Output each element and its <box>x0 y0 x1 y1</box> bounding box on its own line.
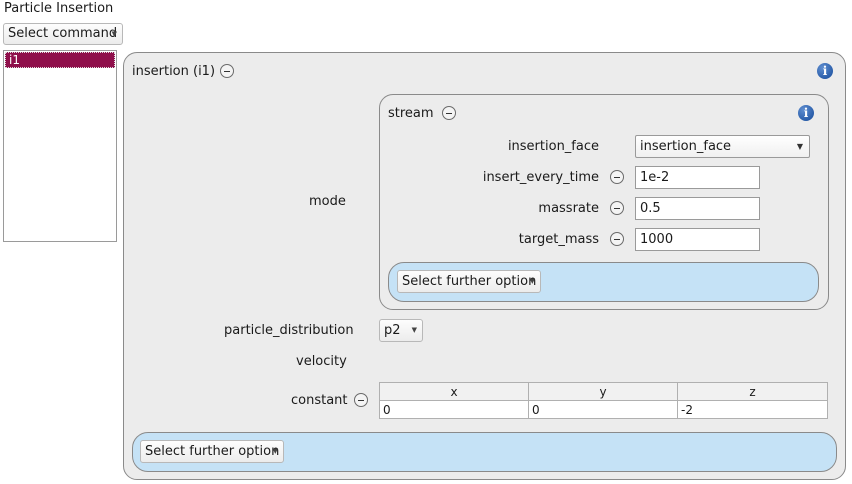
target-mass-label: target_mass <box>518 232 599 247</box>
dropdown-arrow-icon: ▼ <box>272 447 278 455</box>
insertion-face-value: insertion_face <box>640 139 732 154</box>
particle-distribution-value: p2 <box>384 323 401 338</box>
column-header-y: y <box>528 382 678 401</box>
mode-label: mode <box>309 194 346 209</box>
insertion-face-select[interactable]: insertion_face ▼ <box>635 135 810 158</box>
insert-every-time-input[interactable]: 1e-2 <box>635 166 760 189</box>
insertion-list[interactable]: i1 <box>3 50 117 242</box>
remove-massrate-icon[interactable] <box>610 201 624 215</box>
constant-y-cell[interactable]: 0 <box>528 400 678 419</box>
insert-every-time-label: insert_every_time <box>482 170 599 185</box>
remove-constant-icon[interactable] <box>354 393 368 407</box>
insertion-panel-title: insertion (i1) <box>132 64 216 79</box>
target-mass-input[interactable]: 1000 <box>635 228 760 251</box>
stream-title: stream <box>388 106 434 121</box>
velocity-label: velocity <box>296 354 347 369</box>
massrate-label: massrate <box>538 201 599 216</box>
constant-z-cell[interactable]: -2 <box>677 400 828 419</box>
particle-distribution-label: particle_distribution <box>224 323 354 338</box>
column-header-x: x <box>379 382 529 401</box>
further-option-dropdown[interactable]: Select further option ▼ <box>140 440 284 463</box>
particle-distribution-dropdown[interactable]: p2 ▼ <box>379 319 423 342</box>
dropdown-arrow-icon: ▼ <box>411 326 417 334</box>
page-title: Particle Insertion <box>4 1 114 16</box>
remove-insert-every-time-icon[interactable] <box>610 170 624 184</box>
select-command-label: Select command <box>8 26 118 41</box>
collapse-stream-icon[interactable] <box>442 106 456 120</box>
insertion-face-label: insertion_face <box>507 139 599 154</box>
constant-vector-table: x y z 0 0 -2 <box>379 382 828 419</box>
chevron-down-icon: ▼ <box>796 142 803 151</box>
stream-further-option-label: Select further option <box>402 274 537 289</box>
list-item[interactable]: i1 <box>5 52 115 68</box>
constant-label: constant <box>291 393 348 408</box>
column-header-z: z <box>677 382 828 401</box>
collapse-insertion-icon[interactable] <box>220 64 234 78</box>
constant-x-cell[interactable]: 0 <box>379 400 529 419</box>
dropdown-arrow-icon: ▼ <box>529 277 535 285</box>
stream-further-option-dropdown[interactable]: Select further option ▼ <box>397 270 541 293</box>
stream-info-icon[interactable]: i <box>798 105 814 121</box>
dropdown-arrow-icon: ▼ <box>111 30 117 38</box>
massrate-input[interactable]: 0.5 <box>635 197 760 220</box>
further-option-label: Select further option <box>145 444 280 459</box>
select-command-dropdown[interactable]: Select command ▼ <box>3 23 123 45</box>
remove-target-mass-icon[interactable] <box>610 232 624 246</box>
info-icon[interactable]: i <box>817 63 833 79</box>
